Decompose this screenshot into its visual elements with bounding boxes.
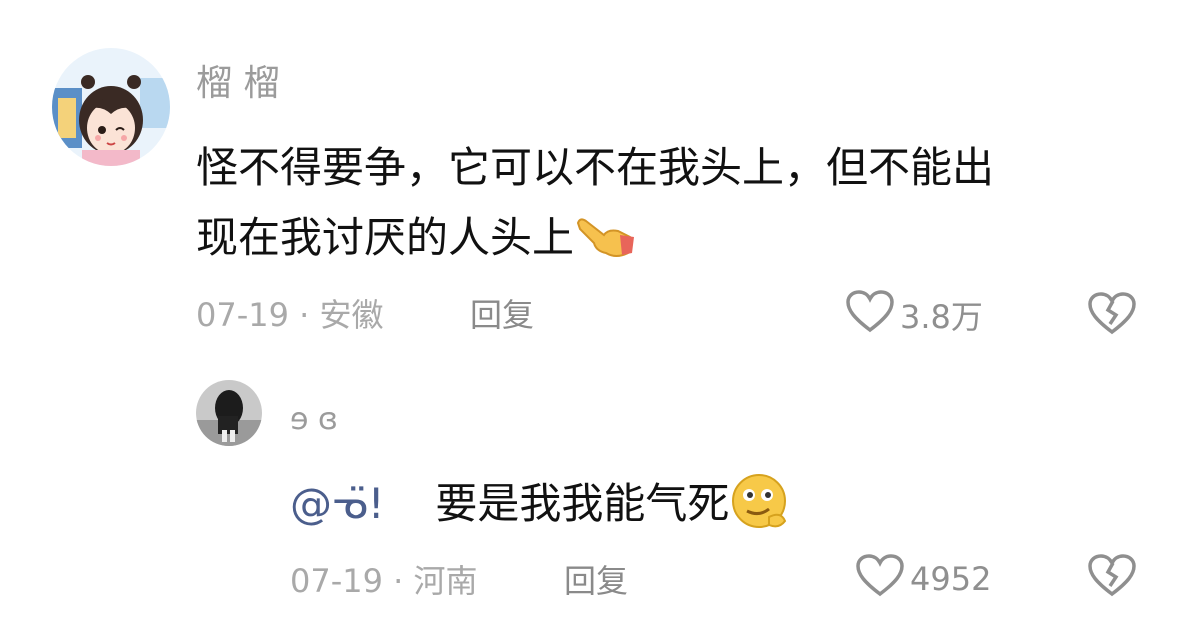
- reply-button[interactable]: 回复: [470, 290, 534, 336]
- reply-button[interactable]: 回复: [564, 556, 628, 602]
- comment-meta: 07-19 · 安徽: [196, 290, 384, 336]
- reply-avatar[interactable]: [196, 380, 262, 446]
- comment-date: 07-19: [196, 296, 289, 334]
- like-button[interactable]: 3.8万: [844, 288, 983, 342]
- comment-text-line-2: 现在我讨厌的人头上: [196, 204, 638, 269]
- like-count: 3.8万: [900, 298, 983, 336]
- reply-like-button[interactable]: 4952: [854, 552, 991, 606]
- heart-icon: [844, 288, 896, 342]
- reply-dislike-button[interactable]: [1086, 552, 1138, 602]
- dislike-button[interactable]: [1086, 290, 1138, 340]
- avatar[interactable]: [52, 48, 170, 166]
- mention-link[interactable]: @ᓀ̈!: [290, 479, 385, 528]
- comment-location: 安徽: [319, 296, 384, 334]
- comment-username[interactable]: 榴 榴: [196, 54, 279, 106]
- heart-icon: [854, 552, 906, 606]
- comment-text-line-2-text: 现在我讨厌的人头上: [196, 213, 575, 262]
- pointing-finger-icon: [574, 213, 638, 269]
- reply-location: 河南: [413, 562, 478, 600]
- reply-text: @ᓀ̈! 要是我我能气死: [290, 470, 791, 541]
- broken-heart-icon: [1086, 554, 1138, 602]
- meta-separator: ·: [299, 296, 310, 334]
- reply-date: 07-19: [290, 562, 383, 600]
- reply-username[interactable]: ɘ ɞ: [290, 402, 338, 437]
- meta-separator: ·: [393, 562, 404, 600]
- broken-heart-icon: [1086, 292, 1138, 340]
- reply-text-content: 要是我我能气死: [435, 479, 730, 528]
- reply-meta: 07-19 · 河南: [290, 556, 478, 602]
- comment-text-line-1: 怪不得要争，它可以不在我头上，但不能出: [196, 143, 995, 192]
- like-count: 4952: [910, 560, 992, 598]
- smirk-face-icon: [729, 473, 791, 541]
